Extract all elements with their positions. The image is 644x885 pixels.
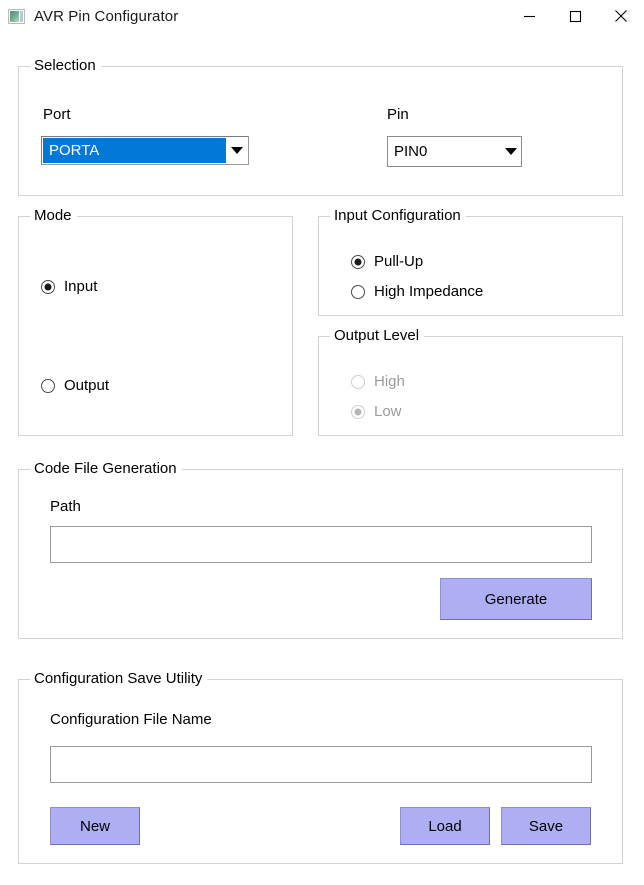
input-config-radio-pull-up[interactable]: Pull-Up	[351, 253, 423, 270]
radio-dot-icon	[351, 254, 365, 269]
load-button[interactable]: Load	[400, 807, 490, 845]
input-config-radio-high-impedance-label: High Impedance	[374, 283, 484, 300]
mode-radio-input[interactable]: Input	[41, 278, 97, 295]
output-level-group: Output Level High Low	[318, 326, 623, 436]
configuration-save-utility-group-title: Configuration Save Utility	[30, 669, 208, 688]
chevron-down-icon[interactable]	[499, 137, 521, 166]
output-level-group-title: Output Level	[330, 326, 425, 345]
generate-button[interactable]: Generate	[440, 578, 592, 620]
radio-dot-icon	[351, 374, 365, 389]
radio-dot-icon	[41, 378, 55, 393]
new-button[interactable]: New	[50, 807, 140, 845]
close-icon	[615, 10, 627, 22]
port-label: Port	[43, 106, 71, 123]
code-file-generation-group-title: Code File Generation	[30, 459, 182, 478]
input-configuration-group: Input Configuration Pull-Up High Impedan…	[318, 206, 623, 316]
mode-group-title: Mode	[30, 206, 77, 225]
minimize-icon	[523, 15, 535, 17]
configuration-save-utility-group: Configuration Save Utility Configuration…	[18, 669, 623, 864]
window-title: AVR Pin Configurator	[34, 7, 179, 25]
mode-radio-input-label: Input	[64, 278, 98, 295]
input-config-radio-high-impedance[interactable]: High Impedance	[351, 283, 483, 300]
pin-combobox-value: PIN0	[394, 143, 428, 160]
code-file-generation-group: Code File Generation Path Generate	[18, 459, 623, 639]
configuration-file-name-label: Configuration File Name	[50, 711, 212, 728]
output-level-radio-low-label: Low	[374, 403, 402, 420]
output-level-radio-high-label: High	[374, 373, 405, 390]
pin-label: Pin	[387, 106, 409, 123]
close-button[interactable]	[598, 0, 644, 32]
selection-group-title: Selection	[30, 56, 101, 75]
minimize-button[interactable]	[506, 0, 552, 32]
input-config-radio-pull-up-label: Pull-Up	[374, 253, 424, 270]
port-combobox[interactable]: PORTA	[41, 136, 249, 165]
window-controls	[506, 0, 644, 32]
port-combobox-value: PORTA	[43, 138, 226, 163]
selection-group: Selection Port PORTA Pin PIN0	[18, 56, 623, 196]
mode-group: Mode Input Output	[18, 206, 293, 436]
output-level-radio-low: Low	[351, 403, 402, 420]
maximize-icon	[569, 10, 581, 22]
mode-radio-output-label: Output	[64, 377, 110, 394]
save-button[interactable]: Save	[501, 807, 591, 845]
chevron-down-icon[interactable]	[226, 138, 247, 163]
maximize-button[interactable]	[552, 0, 598, 32]
radio-dot-icon	[351, 404, 365, 419]
path-input[interactable]	[50, 526, 592, 563]
input-configuration-group-title: Input Configuration	[330, 206, 466, 225]
mode-radio-output[interactable]: Output	[41, 377, 109, 394]
pin-combobox[interactable]: PIN0	[387, 136, 522, 167]
path-label: Path	[50, 498, 81, 515]
configuration-file-name-input[interactable]	[50, 746, 592, 783]
output-level-radio-high: High	[351, 373, 405, 390]
radio-dot-icon	[41, 279, 55, 294]
app-window-icon	[8, 8, 25, 24]
radio-dot-icon	[351, 284, 365, 299]
window-titlebar: AVR Pin Configurator	[0, 0, 644, 32]
